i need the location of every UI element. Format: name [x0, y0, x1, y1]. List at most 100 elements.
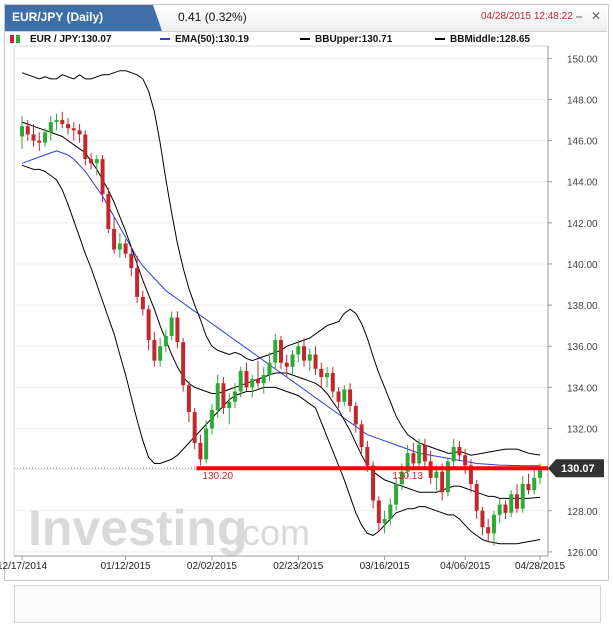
candle-body: [198, 442, 203, 460]
y-tick-label: 150.00: [567, 54, 598, 65]
candle-body: [520, 484, 525, 509]
y-tick-label: 142.00: [567, 219, 598, 230]
candle-body: [457, 447, 462, 456]
candle-body: [60, 120, 65, 125]
candle-body: [474, 484, 479, 511]
y-tick-label: 148.00: [567, 95, 598, 106]
candle-body: [25, 126, 30, 135]
candle-body: [100, 159, 105, 195]
candle-body: [388, 504, 393, 519]
candle-body: [94, 159, 99, 164]
candle-body: [463, 455, 468, 466]
candle-body: [480, 510, 485, 528]
candle-body: [106, 194, 111, 230]
candle-body: [244, 370, 249, 388]
candle-body: [376, 500, 381, 524]
candle-body: [129, 253, 134, 269]
candle-body: [261, 375, 266, 384]
candle-body: [77, 130, 82, 135]
candle-body: [152, 340, 157, 361]
x-tick-label: 02/02/2015: [187, 561, 237, 572]
y-tick-label: 136.00: [567, 342, 598, 353]
candle-body: [221, 383, 226, 408]
candle-body: [48, 122, 53, 133]
y-tick-label: 144.00: [567, 178, 598, 189]
candle-body: [169, 317, 174, 336]
candle-body: [296, 346, 301, 355]
candle-body: [509, 494, 514, 513]
candle-body: [20, 126, 24, 137]
x-tick-label: 01/12/2015: [101, 561, 151, 572]
y-tick-label: 128.00: [567, 507, 598, 518]
y-tick-label: 138.00: [567, 301, 598, 312]
x-tick-label: 12/17/2014: [0, 561, 47, 572]
candle-body: [31, 134, 36, 141]
candle-body: [440, 471, 445, 493]
candle-body: [353, 405, 358, 425]
candle-body: [163, 335, 168, 347]
candle-body: [204, 428, 209, 460]
candle-body: [158, 346, 163, 361]
candle-body: [445, 461, 450, 493]
candle-body: [434, 471, 439, 478]
candle-body: [227, 401, 232, 408]
candle-body: [342, 389, 347, 402]
candle-body: [330, 372, 335, 392]
candle-body: [394, 484, 399, 505]
candle-body: [382, 518, 387, 524]
candle-body: [307, 354, 312, 361]
y-tick-label: 134.00: [567, 383, 598, 394]
price-chart[interactable]: 150.00 148.00 146.00 144.00 142.00 140.00 138.…: [0, 0, 613, 627]
candle-body: [526, 484, 531, 491]
candle-body: [336, 391, 341, 402]
candle-body: [417, 444, 422, 464]
candle-body: [267, 362, 272, 376]
candle-body: [215, 383, 220, 410]
candle-body: [325, 372, 330, 378]
candle-body: [365, 447, 370, 466]
candle-body: [209, 409, 214, 429]
candle-body: [117, 243, 122, 250]
candle-body: [411, 453, 416, 464]
candle-body: [514, 494, 519, 509]
candle-body: [371, 465, 376, 501]
y-tick-label: 132.00: [567, 425, 598, 436]
watermark-suffix: .com: [232, 512, 310, 553]
candle-body: [497, 504, 502, 515]
candle-body: [491, 514, 496, 534]
candle-body: [359, 424, 364, 448]
plot-area: [13, 45, 549, 557]
candle-body: [89, 159, 94, 164]
candle-body: [290, 354, 295, 367]
x-tick-label: 04/28/2015: [515, 561, 565, 572]
annotation-label: 130.13: [392, 471, 423, 482]
candle-body: [140, 296, 145, 310]
candle-body: [348, 389, 353, 406]
candle-body: [71, 128, 76, 131]
candle-body: [54, 120, 59, 123]
candle-body: [284, 362, 289, 367]
x-tick-label: 04/06/2015: [440, 561, 490, 572]
candle-body: [83, 134, 88, 160]
candle-body: [112, 229, 117, 250]
y-tick-label: 140.00: [567, 260, 598, 271]
candle-body: [486, 527, 491, 534]
candle-body: [532, 477, 537, 491]
candle-body: [186, 385, 191, 413]
candle-body: [451, 447, 456, 462]
candle-body: [175, 317, 180, 343]
navigator-panel[interactable]: [14, 585, 601, 623]
candle-body: [181, 342, 186, 386]
watermark-brand: Investing: [28, 500, 247, 556]
x-tick-label: 03/16/2015: [360, 561, 410, 572]
candle-body: [43, 132, 48, 143]
candle-body: [238, 370, 243, 392]
candle-body: [273, 340, 278, 363]
candle-body: [422, 444, 427, 462]
candle-body: [146, 309, 151, 341]
candle-body: [37, 140, 42, 143]
candle-body: [250, 379, 255, 388]
x-tick-label: 02/23/2015: [273, 561, 323, 572]
candle-body: [135, 268, 140, 297]
candle-body: [123, 243, 128, 254]
